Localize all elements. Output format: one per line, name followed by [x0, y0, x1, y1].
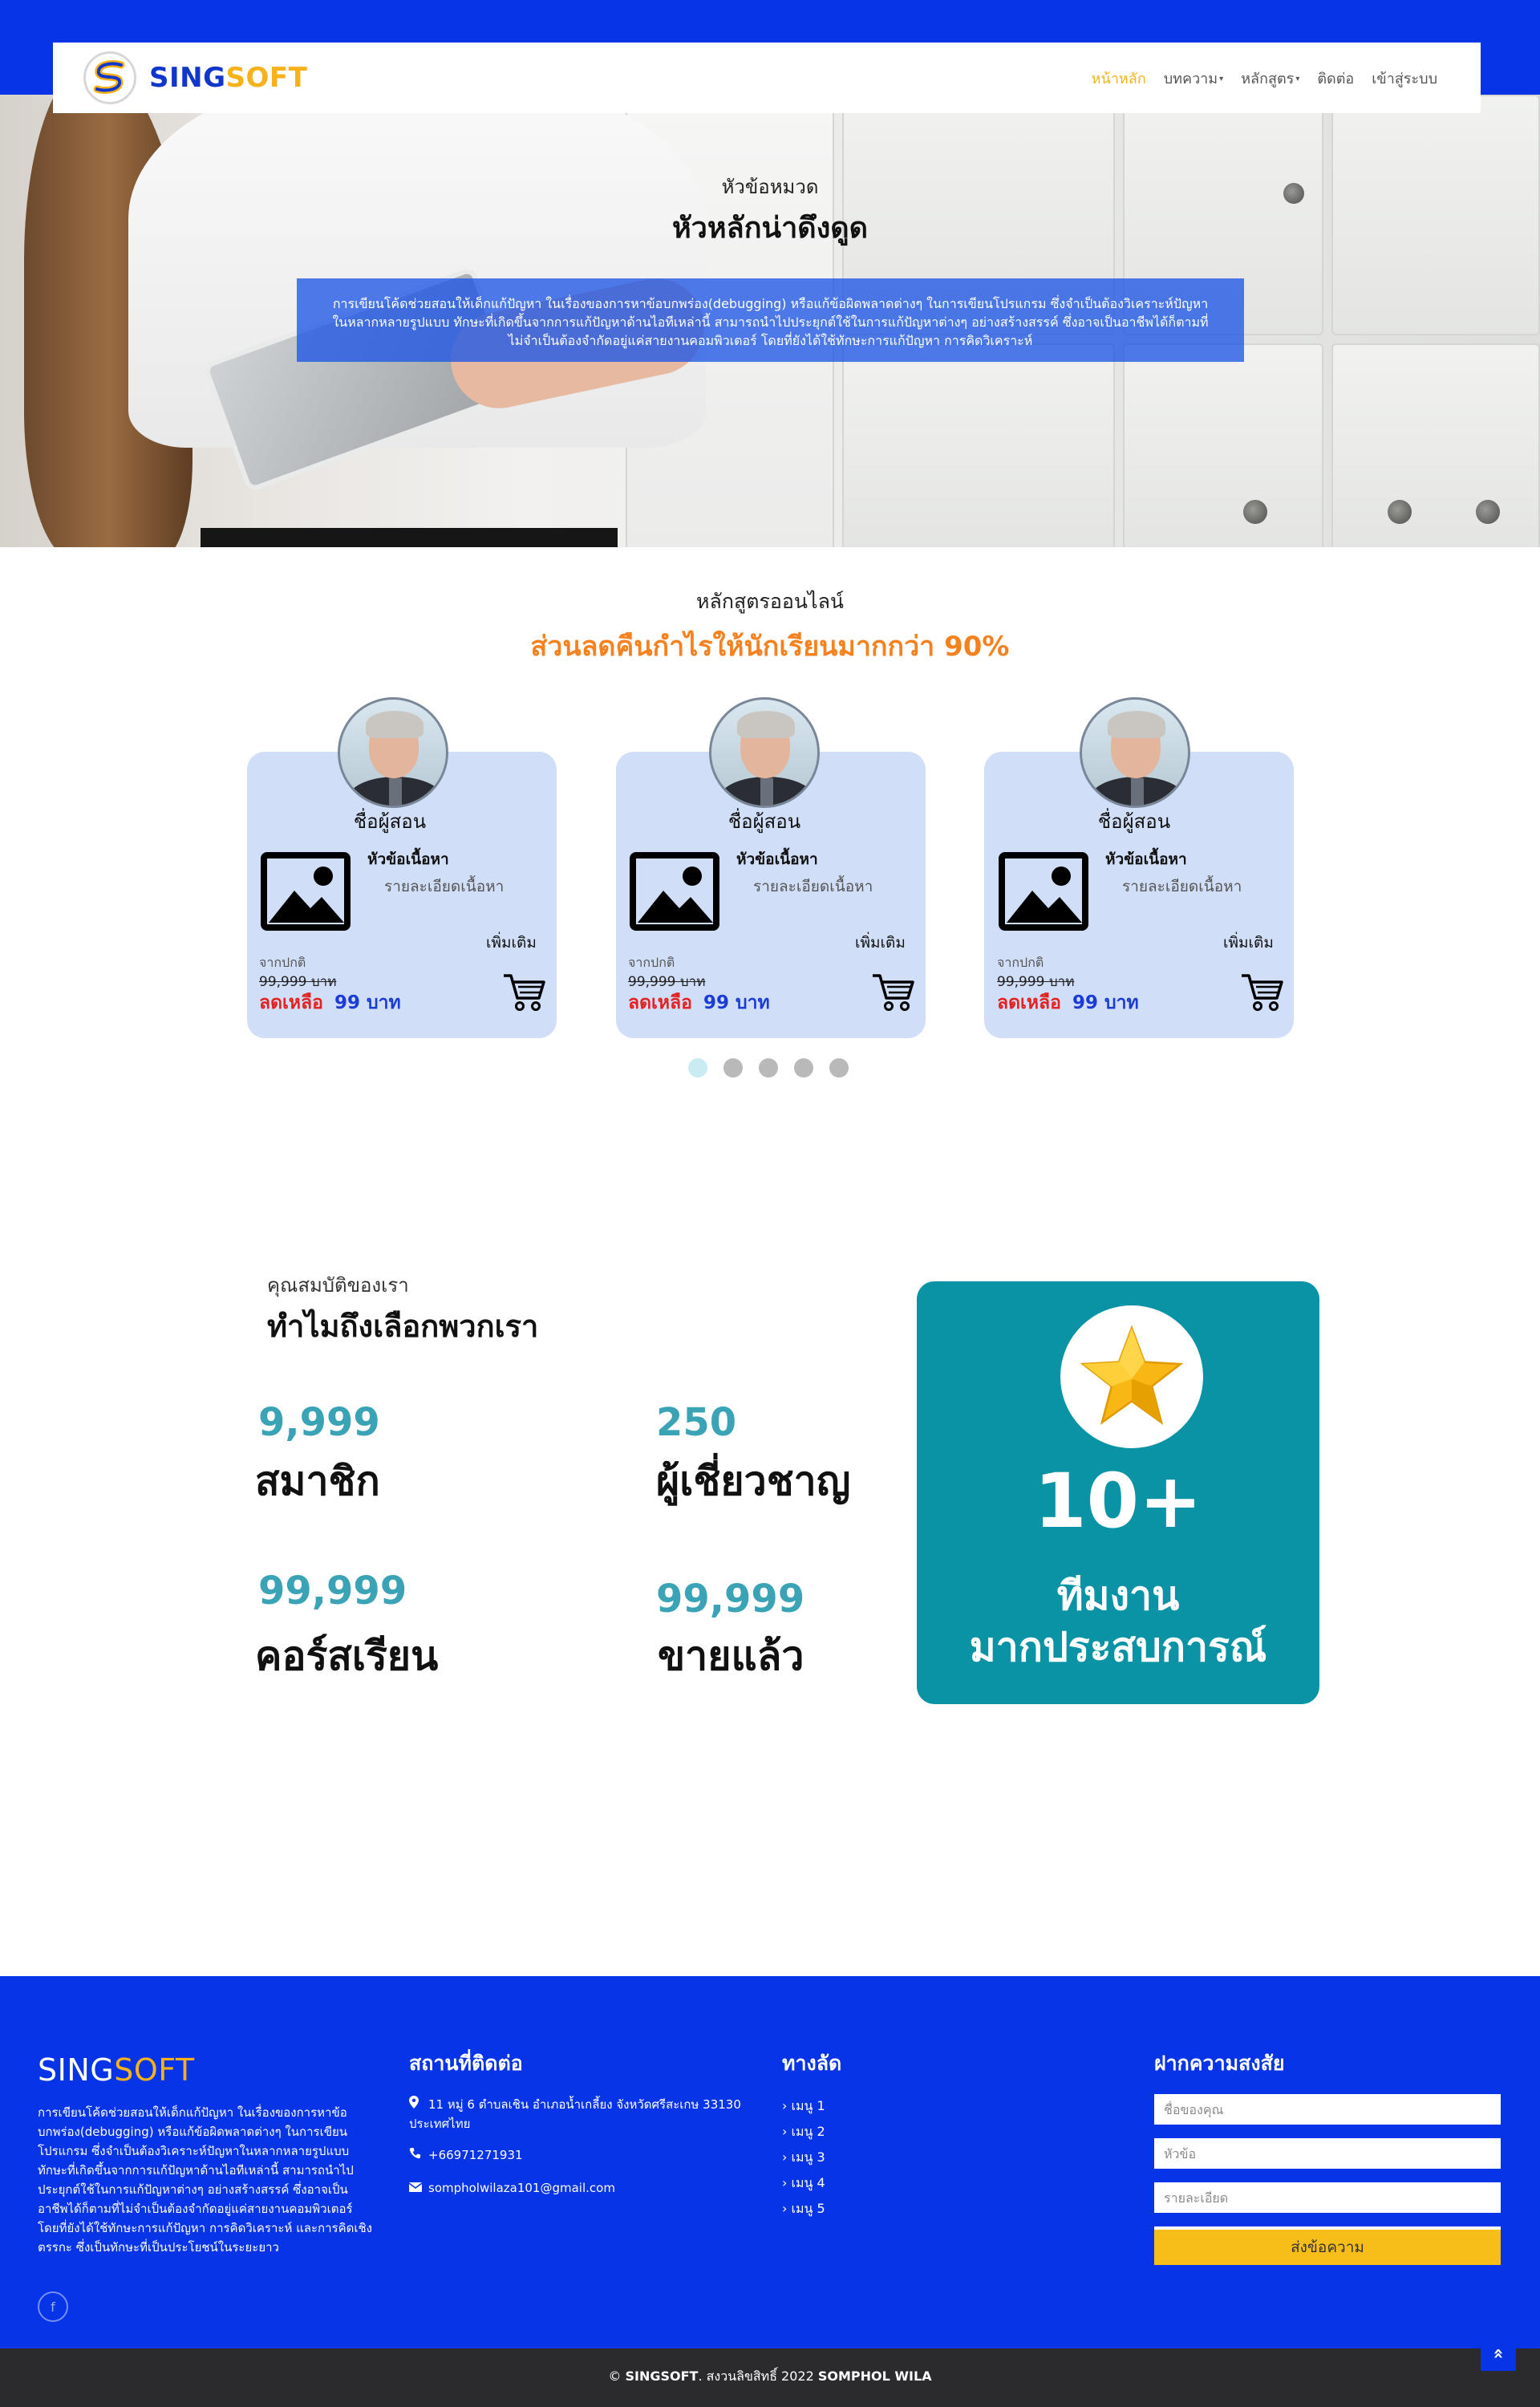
- stat-label: สมาชิก: [255, 1458, 380, 1504]
- footer-logo[interactable]: SINGSOFT: [38, 2052, 195, 2088]
- stat-label: คอร์สเรียน: [255, 1633, 439, 1679]
- detail-input[interactable]: [1154, 2182, 1501, 2213]
- star-icon: [1060, 1305, 1203, 1448]
- nav-login[interactable]: เข้าสู่ระบบ: [1372, 67, 1437, 90]
- discount-price: ลดเหลือ 99 บาท: [259, 992, 401, 1013]
- shortcut-link[interactable]: › เมนู 2: [782, 2122, 825, 2142]
- subject-input[interactable]: [1154, 2138, 1501, 2169]
- teacher-avatar: [338, 697, 448, 808]
- chevron-down-icon: ▾: [1219, 75, 1224, 83]
- discount-price: ลดเหลือ 99 บาท: [628, 992, 770, 1013]
- carousel-pager: [688, 1058, 849, 1078]
- course-more-link[interactable]: เพิ่มเติม: [1223, 931, 1274, 955]
- stat-number: 99,999: [258, 1569, 407, 1613]
- why-title: ทำไมถึงเลือกพวกเรา: [267, 1309, 539, 1344]
- shortcut-link[interactable]: › เมนู 5: [782, 2199, 825, 2219]
- contact-email[interactable]: sompholwilaza101@gmail.com: [408, 2178, 615, 2198]
- main-nav: หน้าหลัก บทความ ▾ หลักสูตร ▾ ติดต่อ เข้าสู…: [1092, 67, 1437, 90]
- cart-icon[interactable]: [1240, 971, 1283, 1013]
- courses-title: ส่วนลดคืนกำไรให้นักเรียนมากกว่า 90%: [530, 631, 1010, 663]
- team-number: 10+: [1034, 1458, 1202, 1545]
- site-header: SINGSOFT หน้าหลัก บทความ ▾ หลักสูตร ▾ ติดต…: [53, 43, 1481, 113]
- stat-label: ผู้เชี่ยวชาญ: [656, 1458, 851, 1504]
- logo-text: SINGSOFT: [149, 62, 308, 94]
- chevron-right-icon: ›: [782, 2175, 788, 2190]
- teacher-name: ชื่อผู้สอน: [353, 810, 427, 833]
- discount-price: ลดเหลือ 99 บาท: [997, 992, 1139, 1013]
- why-subtitle: คุณสมบัติของเรา: [267, 1274, 409, 1297]
- image-placeholder-icon: [630, 852, 719, 931]
- nav-courses[interactable]: หลักสูตร ▾: [1241, 67, 1299, 90]
- shortcut-link[interactable]: › เมนู 4: [782, 2174, 825, 2194]
- nav-articles[interactable]: บทความ ▾: [1164, 67, 1223, 90]
- chevron-right-icon: ›: [782, 2201, 788, 2216]
- courses-subtitle: หลักสูตรออนไลน์: [696, 590, 844, 613]
- stat-number: 99,999: [656, 1577, 805, 1622]
- shortcut-link[interactable]: › เมนู 1: [782, 2096, 825, 2117]
- course-heading: หัวข้อเนื้อหา: [1105, 850, 1187, 868]
- carousel-dot[interactable]: [723, 1058, 743, 1078]
- logo-icon: [83, 51, 136, 104]
- name-input[interactable]: [1154, 2094, 1501, 2125]
- carousel-dot[interactable]: [688, 1058, 707, 1078]
- chevron-right-icon: ›: [782, 2098, 788, 2113]
- course-more-link[interactable]: เพิ่มเติม: [855, 931, 906, 955]
- course-heading: หัวข้อเนื้อหา: [736, 850, 818, 868]
- experienced-team-box: 10+ ทีมงาน มากประสบการณ์: [917, 1281, 1319, 1704]
- facebook-icon[interactable]: f: [38, 2291, 68, 2322]
- stat-label: ขายแล้ว: [658, 1633, 804, 1679]
- carousel-dot[interactable]: [759, 1058, 778, 1078]
- cart-icon[interactable]: [871, 971, 914, 1013]
- location-pin-icon: [409, 2095, 425, 2114]
- hero-title: หัวหลักน่าดึงดูด: [671, 212, 869, 245]
- send-message-button[interactable]: ส่งข้อความ: [1154, 2230, 1501, 2265]
- site-logo[interactable]: SINGSOFT: [83, 51, 307, 104]
- carousel-dot[interactable]: [829, 1058, 849, 1078]
- teacher-name: ชื่อผู้สอน: [1097, 810, 1171, 833]
- chevron-down-icon: ▾: [1295, 75, 1300, 83]
- carousel-dot[interactable]: [794, 1058, 813, 1078]
- teacher-avatar: [1080, 697, 1190, 808]
- chevron-right-icon: ›: [782, 2124, 788, 2139]
- site-footer: SINGSOFT การเขียนโค้ดช่วยสอนให้เด็กแก้ปั…: [0, 1976, 1540, 2348]
- contact-phone[interactable]: +66971271931: [409, 2145, 523, 2165]
- contact-heading: สถานที่ติดต่อ: [409, 2052, 523, 2075]
- stat-number: 250: [656, 1400, 737, 1445]
- phone-icon: [409, 2145, 425, 2165]
- nav-contact[interactable]: ติดต่อ: [1317, 67, 1354, 90]
- course-detail: รายละเอียดเนื้อหา: [1122, 878, 1242, 895]
- team-label: ทีมงาน มากประสบการณ์: [969, 1573, 1267, 1670]
- envelope-icon: [408, 2178, 425, 2198]
- course-more-link[interactable]: เพิ่มเติม: [486, 931, 537, 955]
- nav-home[interactable]: หน้าหลัก: [1092, 67, 1146, 90]
- copyright-bar: © SINGSOFT. สงวนลิขสิทธิ์ 2022 SOMPHOL W…: [0, 2348, 1540, 2407]
- shortcut-link[interactable]: › เมนู 3: [782, 2148, 825, 2168]
- course-heading: หัวข้อเนื้อหา: [367, 850, 449, 868]
- image-placeholder-icon: [261, 852, 351, 931]
- question-form-heading: ฝากความสงสัย: [1154, 2052, 1285, 2075]
- course-detail: รายละเอียดเนื้อหา: [384, 878, 505, 895]
- scroll-to-top-icon[interactable]: »: [1481, 2336, 1516, 2371]
- hero-description: การเขียนโค้ดช่วยสอนให้เด็กแก้ปัญหา ในเรื…: [297, 278, 1244, 362]
- chevron-right-icon: ›: [782, 2149, 788, 2165]
- hero-subtitle: หัวข้อหมวด: [721, 176, 819, 198]
- teacher-name: ชื่อผู้สอน: [727, 810, 801, 833]
- teacher-avatar: [709, 697, 820, 808]
- image-placeholder-icon: [999, 852, 1088, 931]
- footer-about: การเขียนโค้ดช่วยสอนให้เด็กแก้ปัญหา ในเรื…: [38, 2105, 372, 2255]
- stat-number: 9,999: [258, 1400, 380, 1445]
- course-detail: รายละเอียดเนื้อหา: [753, 878, 873, 895]
- cart-icon[interactable]: [502, 971, 545, 1013]
- contact-address: 11 หมู่ 6 ตำบลเชิน อำเภอน้ำเกลี้ยง จังหว…: [409, 2095, 754, 2133]
- shortcuts-heading: ทางลัด: [782, 2052, 842, 2075]
